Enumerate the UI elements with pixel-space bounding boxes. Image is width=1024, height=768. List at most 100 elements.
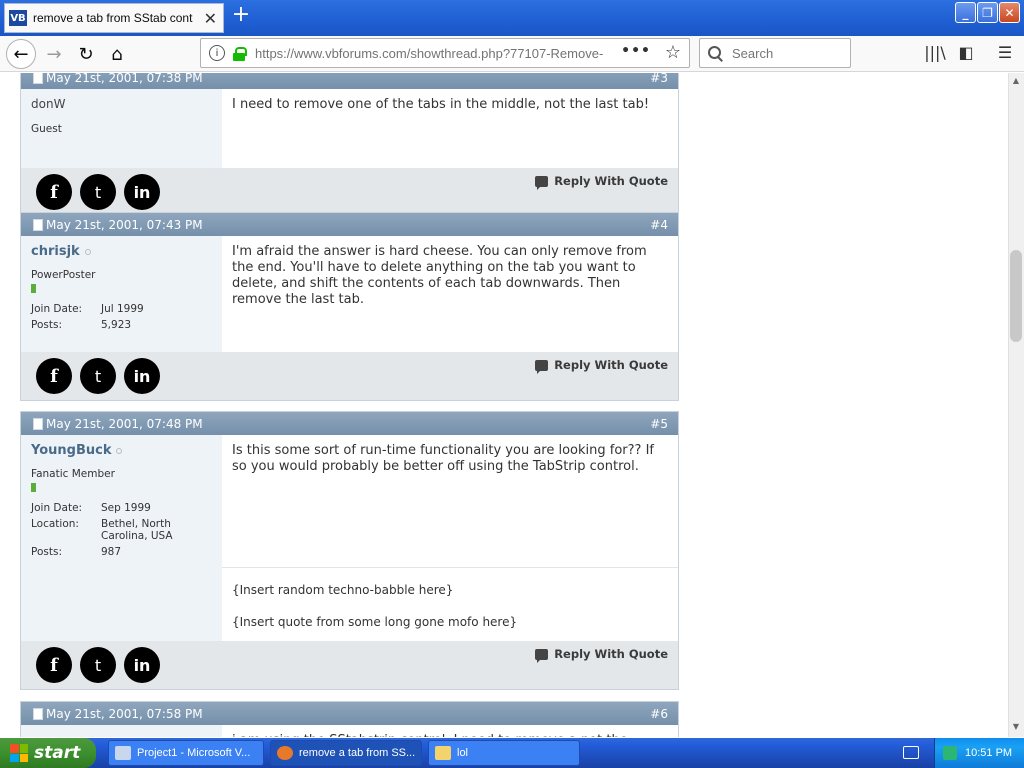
- post-date: May 21st, 2001, 07:43 PM: [46, 217, 203, 232]
- firefox-icon: [277, 746, 293, 760]
- post-header: May 21st, 2001, 07:43 PM #4: [21, 213, 678, 236]
- secure-lock-icon[interactable]: [233, 46, 247, 61]
- quote-bubble-icon: [535, 359, 549, 374]
- reply-with-quote-button[interactable]: Reply With Quote: [535, 358, 668, 374]
- user-title: PowerPoster: [31, 269, 96, 281]
- scroll-down-arrow-icon[interactable]: ▼: [1010, 722, 1022, 734]
- post-document-icon: [33, 417, 43, 430]
- post-header: May 21st, 2001, 07:58 PM #6: [21, 702, 678, 725]
- search-input[interactable]: [732, 45, 842, 61]
- post-footer: f t in Reply With Quote: [21, 352, 678, 400]
- post-date: May 21st, 2001, 07:38 PM: [46, 73, 203, 85]
- offline-status-icon: [116, 447, 123, 454]
- signature-line: {Insert quote from some long gone mofo h…: [232, 615, 518, 629]
- post-header: May 21st, 2001, 07:48 PM #5: [21, 412, 678, 435]
- post-document-icon: [33, 73, 43, 84]
- tab-close-icon[interactable]: ✕: [204, 9, 217, 28]
- post-footer: f t in Reply With Quote: [21, 641, 678, 689]
- twitter-share-icon[interactable]: t: [80, 358, 116, 394]
- forward-arrow-icon[interactable]: →: [40, 40, 68, 68]
- reload-icon[interactable]: ↻: [72, 40, 100, 68]
- post-message: Is this some sort of run-time functional…: [232, 443, 654, 474]
- post-number-link[interactable]: #3: [650, 73, 668, 85]
- home-icon[interactable]: ⌂: [103, 40, 131, 68]
- url-text[interactable]: https://www.vbforums.com/showthread.php?…: [255, 46, 625, 61]
- reply-with-quote-label: Reply With Quote: [554, 647, 668, 661]
- facebook-share-icon[interactable]: f: [36, 174, 72, 210]
- keyboard-language-icon[interactable]: [903, 746, 919, 759]
- linkedin-share-icon[interactable]: in: [124, 358, 160, 394]
- taskbar-item-firefox[interactable]: remove a tab from SS...: [270, 740, 422, 766]
- minimize-button[interactable]: _: [955, 2, 976, 23]
- windows-logo-icon: [10, 744, 28, 762]
- site-info-icon[interactable]: i: [209, 45, 225, 61]
- quote-bubble-icon: [535, 648, 549, 663]
- post-message: I need to remove one of the tabs in the …: [232, 97, 650, 112]
- url-bar[interactable]: i https://www.vbforums.com/showthread.ph…: [200, 38, 690, 68]
- reply-with-quote-label: Reply With Quote: [554, 358, 668, 372]
- browser-tab[interactable]: VB remove a tab from SStab control-V ✕: [4, 3, 224, 33]
- post-footer: f t in Reply With Quote: [21, 168, 678, 216]
- linkedin-share-icon[interactable]: in: [124, 647, 160, 683]
- scrollbar-thumb[interactable]: [1010, 250, 1022, 342]
- signature-line: {Insert random techno-babble here}: [232, 583, 454, 597]
- network-tray-icon[interactable]: [943, 746, 957, 760]
- post-document-icon: [33, 218, 43, 231]
- page-actions-menu-icon[interactable]: •••: [621, 43, 651, 59]
- taskbar-item-project1[interactable]: Project1 - Microsoft V...: [108, 740, 264, 766]
- library-icon[interactable]: |||\: [924, 42, 946, 64]
- user-stats: Join Date: Jul 1999 Posts: 5,923: [31, 303, 144, 331]
- forum-post: May 21st, 2001, 07:48 PM #5 YoungBuck Fa…: [20, 411, 679, 690]
- maximize-button[interactable]: ❐: [977, 2, 998, 23]
- user-info-panel: chrisjk PowerPoster Join Date: Jul 1999 P…: [21, 236, 222, 352]
- forum-post: May 21st, 2001, 07:58 PM #6 i am using t…: [20, 701, 679, 737]
- forum-post: May 21st, 2001, 07:43 PM #4 chrisjk Powe…: [20, 212, 679, 401]
- system-tray: 10:51 PM: [934, 738, 1024, 768]
- clock[interactable]: 10:51 PM: [965, 747, 1012, 759]
- reputation-icon: [31, 483, 36, 492]
- post-date: May 21st, 2001, 07:58 PM: [46, 706, 203, 721]
- post-document-icon: [33, 707, 43, 720]
- post-message: i am using the SStabstrip control. I nee…: [222, 725, 678, 737]
- post-number-link[interactable]: #4: [650, 218, 668, 232]
- offline-status-icon: [84, 248, 91, 255]
- hamburger-menu-icon[interactable]: ☰: [994, 42, 1016, 64]
- scroll-up-arrow-icon[interactable]: ▲: [1010, 76, 1022, 88]
- taskbar-item-lol-folder[interactable]: lol: [428, 740, 580, 766]
- username-link[interactable]: YoungBuck: [31, 443, 212, 458]
- user-info-panel: YoungBuck Fanatic Member Join Date: Sep 1…: [21, 435, 222, 641]
- reply-with-quote-button[interactable]: Reply With Quote: [535, 647, 668, 663]
- folder-icon: [435, 746, 451, 760]
- twitter-share-icon[interactable]: t: [80, 647, 116, 683]
- post-number-link[interactable]: #6: [650, 707, 668, 721]
- page-viewport: May 21st, 2001, 07:38 PM #3 donW Guest I…: [0, 73, 1008, 737]
- facebook-share-icon[interactable]: f: [36, 647, 72, 683]
- username-link[interactable]: chrisjk: [31, 244, 212, 259]
- vbforums-favicon-icon: VB: [9, 10, 27, 26]
- reply-with-quote-button[interactable]: Reply With Quote: [535, 174, 668, 190]
- bookmark-star-icon[interactable]: ☆: [665, 42, 681, 63]
- user-info-panel: [21, 725, 222, 737]
- user-title: Guest: [31, 123, 62, 135]
- linkedin-share-icon[interactable]: in: [124, 174, 160, 210]
- sidebar-toggle-icon[interactable]: ◧: [955, 42, 977, 64]
- close-window-button[interactable]: ✕: [999, 2, 1020, 23]
- search-bar[interactable]: [699, 38, 851, 68]
- start-button[interactable]: start: [0, 738, 96, 768]
- user-info-panel: donW Guest: [21, 89, 222, 168]
- tab-title: remove a tab from SStab control-V: [33, 11, 193, 25]
- back-arrow-icon[interactable]: ←: [6, 39, 36, 69]
- twitter-share-icon[interactable]: t: [80, 174, 116, 210]
- post-number-link[interactable]: #5: [650, 417, 668, 431]
- post-header: May 21st, 2001, 07:38 PM #3: [21, 73, 678, 89]
- reputation-icon: [31, 284, 36, 293]
- search-icon: [708, 46, 722, 60]
- page-scrollbar[interactable]: [1008, 73, 1024, 737]
- facebook-share-icon[interactable]: f: [36, 358, 72, 394]
- quote-bubble-icon: [535, 175, 549, 190]
- new-tab-plus-icon[interactable]: +: [230, 4, 252, 27]
- post-date: May 21st, 2001, 07:48 PM: [46, 416, 203, 431]
- forum-post: May 21st, 2001, 07:38 PM #3 donW Guest I…: [20, 73, 679, 217]
- windows-taskbar: start Project1 - Microsoft V... remove a…: [0, 738, 1024, 768]
- user-title: Fanatic Member: [31, 468, 115, 480]
